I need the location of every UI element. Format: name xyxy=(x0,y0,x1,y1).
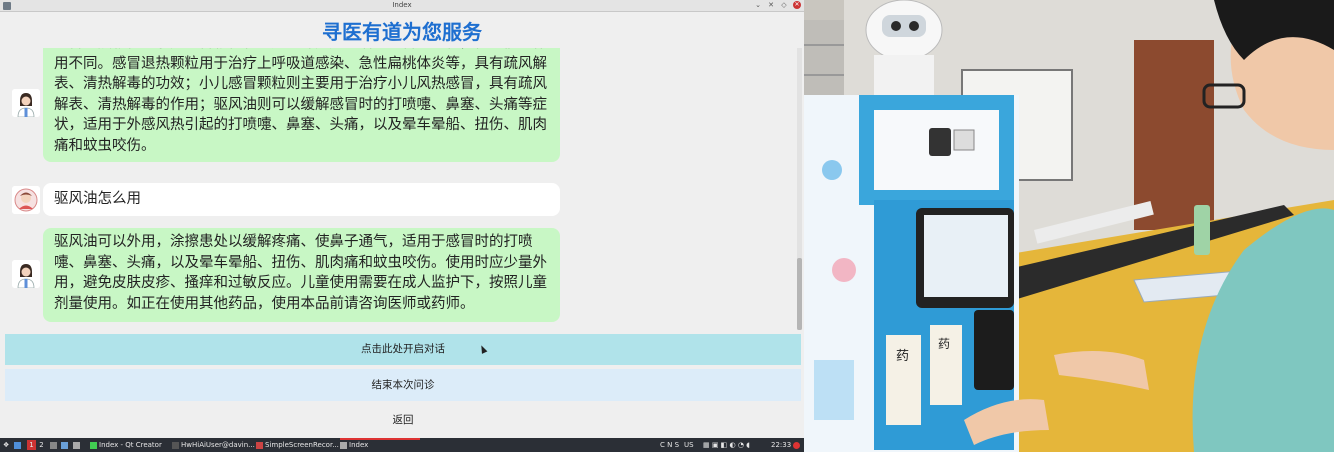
user-avatar xyxy=(12,186,40,214)
power-icon[interactable] xyxy=(793,440,802,450)
window-controls: ⌄ ✕ ◇ ✕ xyxy=(754,1,801,9)
task-terminal[interactable]: HwHiAiUser@davin... xyxy=(172,440,255,450)
chat-list[interactable]: 感冒退热颗粒、小儿感冒颗粒和驱风油都是用于治疗感冒的药物，但它们的作用不同。感冒… xyxy=(0,48,804,330)
message-bubble: 驱风油怎么用 xyxy=(43,183,560,216)
camera-photo: 药 药 xyxy=(804,0,1334,452)
page-title: 寻医有道为您服务 xyxy=(322,20,482,44)
message-bubble: 驱风油可以外用，涂擦患处以缓解疼痛、使鼻子通气，适用于感冒时的打喷嚏、鼻塞、头痛… xyxy=(43,228,560,322)
start-menu-icon[interactable]: ❖ xyxy=(3,440,9,450)
drug-box-2-label: 药 xyxy=(938,337,950,351)
app-window: Index ⌄ ✕ ◇ ✕ 寻医有道为您服务 感冒退热颗粒、小儿感冒颗粒和驱风油… xyxy=(0,0,804,452)
taskbar: ❖ 1 2 Index - Qt Creator HwHiAiUser@davi… xyxy=(0,438,804,452)
chat-message-user: 驱风油怎么用 xyxy=(12,183,572,216)
keyboard-layout[interactable]: US xyxy=(684,440,694,450)
file-manager-icon[interactable] xyxy=(14,440,23,450)
robot-scene: 药 药 xyxy=(804,0,1334,452)
workspace-2[interactable]: 2 xyxy=(37,440,46,450)
scrollbar-thumb[interactable] xyxy=(797,258,802,330)
window-titlebar[interactable]: Index ⌄ ✕ ◇ ✕ xyxy=(0,0,804,12)
start-conversation-button[interactable]: 点击此处开启对话 xyxy=(5,334,801,365)
back-button[interactable]: 返回 xyxy=(5,405,801,435)
tray-icons: ▦ ▣ ◧ ◐ ◔ ◖ xyxy=(703,441,750,449)
doctor-avatar xyxy=(12,89,40,117)
browser-icon[interactable] xyxy=(73,440,82,450)
input-method-indicator[interactable]: C N S xyxy=(660,440,679,450)
window-keep-below-icon[interactable]: ⌄ xyxy=(754,1,762,9)
chat-message-bot: 感冒退热颗粒、小儿感冒颗粒和驱风油都是用于治疗感冒的药物，但它们的作用不同。感冒… xyxy=(12,48,572,170)
end-consultation-button[interactable]: 结束本次问诊 xyxy=(5,369,801,401)
task-index[interactable]: Index xyxy=(340,440,368,450)
minimize-icon[interactable]: ✕ xyxy=(767,1,775,9)
chat-message-bot: 驱风油可以外用，涂擦患处以缓解疼痛、使鼻子通气，适用于感冒时的打喷嚏、鼻塞、头痛… xyxy=(12,228,572,322)
clock: 22:33 xyxy=(771,441,792,449)
chat-scrollbar[interactable] xyxy=(797,48,802,330)
restore-icon[interactable]: ◇ xyxy=(780,1,788,9)
window-title: Index xyxy=(392,1,412,9)
workspace-1[interactable]: 1 xyxy=(27,440,36,450)
drug-box-1-label: 药 xyxy=(896,349,909,364)
doctor-avatar xyxy=(12,260,40,288)
task-qt-creator[interactable]: Index - Qt Creator xyxy=(90,440,162,450)
close-icon[interactable]: ✕ xyxy=(793,1,801,9)
folder-icon[interactable] xyxy=(61,440,70,450)
message-bubble: 感冒退热颗粒、小儿感冒颗粒和驱风油都是用于治疗感冒的药物，但它们的作用不同。感冒… xyxy=(43,48,560,162)
task-screen-recorder[interactable]: SimpleScreenRecor... xyxy=(256,440,339,450)
terminal-icon[interactable] xyxy=(50,440,59,450)
